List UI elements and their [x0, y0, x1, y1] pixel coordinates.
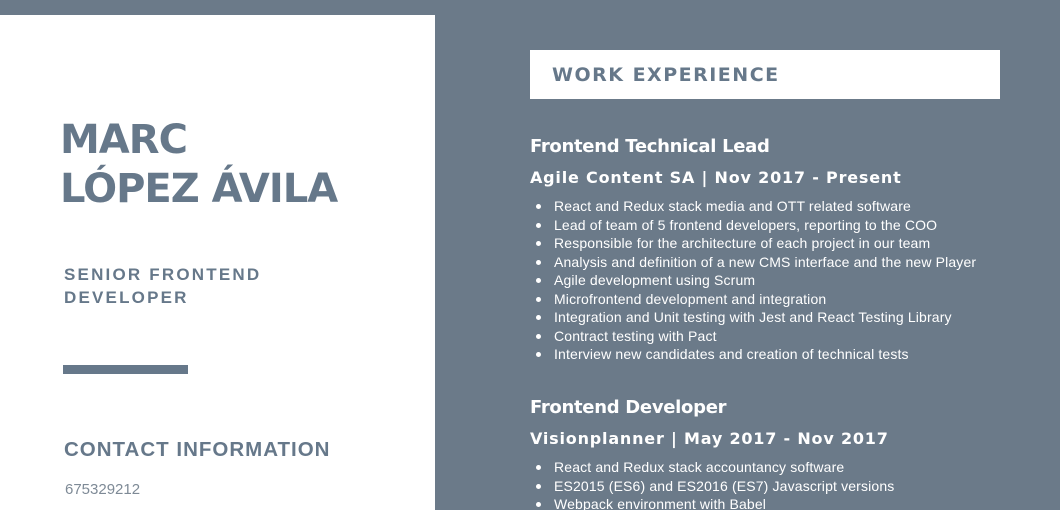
job-bullet: Lead of team of 5 frontend developers, r… — [530, 216, 1040, 235]
job-title-line-2: DEVELOPER — [64, 288, 189, 307]
job-bullet: Responsible for the architecture of each… — [530, 234, 1040, 253]
job-role: Frontend Technical Lead — [530, 136, 770, 157]
job-bullet-list: React and Redux stack accountancy softwa… — [530, 458, 1040, 510]
person-name: MARC LÓPEZ ÁVILA — [60, 116, 338, 214]
job-bullet: Contract testing with Pact — [530, 327, 1040, 346]
job-bullet: Microfrontend development and integratio… — [530, 290, 1040, 309]
name-line-1: MARC — [60, 117, 188, 163]
job-bullet: Interview new candidates and creation of… — [530, 345, 1040, 364]
job-bullet: Analysis and definition of a new CMS int… — [530, 253, 1040, 272]
job-bullet: React and Redux stack accountancy softwa… — [530, 458, 1040, 477]
work-experience-header: WORK EXPERIENCE — [530, 50, 1000, 99]
name-line-2: LÓPEZ ÁVILA — [60, 166, 338, 212]
job-bullet-list: React and Redux stack media and OTT rela… — [530, 197, 1040, 364]
job-company: Agile Content SA | Nov 2017 - Present — [530, 168, 902, 187]
phone-number: 675329212 — [65, 481, 141, 498]
work-experience-heading: WORK EXPERIENCE — [552, 64, 780, 86]
job-role: Frontend Developer — [530, 397, 727, 418]
contact-heading: CONTACT INFORMATION — [64, 438, 331, 461]
job-bullet: React and Redux stack media and OTT rela… — [530, 197, 1040, 216]
job-bullet: Integration and Unit testing with Jest a… — [530, 308, 1040, 327]
job-bullet: Agile development using Scrum — [530, 271, 1040, 290]
divider-bar — [63, 365, 188, 374]
job-bullet: Webpack environment with Babel — [530, 495, 1040, 510]
job-entry: Frontend Developer Visionplanner | May 2… — [530, 397, 1040, 510]
job-title: SENIOR FRONTEND DEVELOPER — [64, 263, 364, 309]
job-entry: Frontend Technical Lead Agile Content SA… — [530, 136, 1040, 364]
job-company: Visionplanner | May 2017 - Nov 2017 — [530, 429, 889, 448]
job-title-line-1: SENIOR FRONTEND — [64, 265, 262, 284]
job-bullet: ES2015 (ES6) and ES2016 (ES7) Javascript… — [530, 477, 1040, 496]
